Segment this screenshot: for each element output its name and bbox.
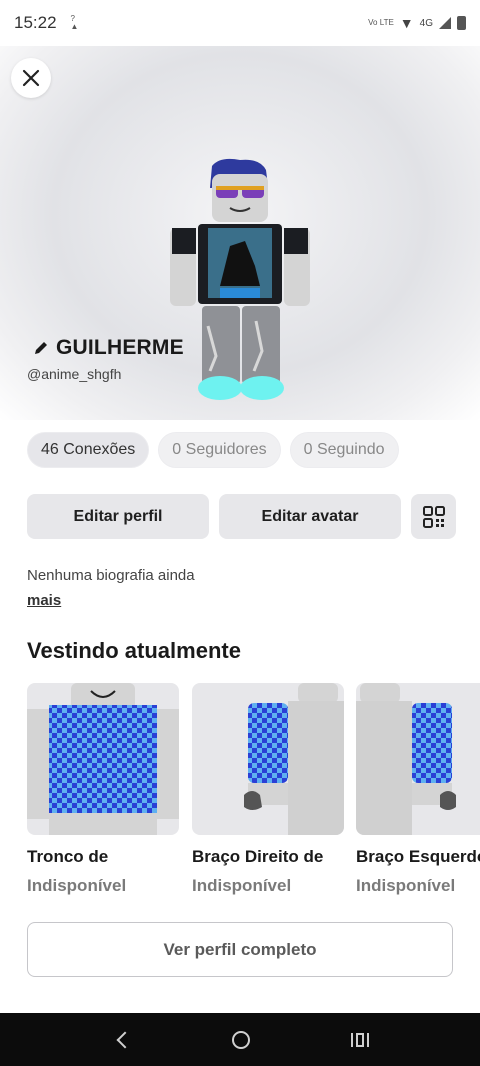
home-icon[interactable]: [231, 1030, 250, 1049]
item-name: Tronco de: [27, 847, 109, 866]
item-thumbnail: [192, 683, 344, 835]
wearing-item[interactable]: Tronco de Indisponível: [27, 683, 179, 896]
system-nav-bar: [0, 1013, 480, 1066]
avatar-image: [170, 158, 310, 400]
wearing-item[interactable]: Braço Esquerdo Indisponível: [356, 683, 480, 896]
item-status: Indisponível: [356, 876, 456, 895]
battery-icon: [457, 16, 466, 30]
connections-chip[interactable]: 46 Conexões: [27, 432, 150, 468]
status-time: 15:22: [14, 13, 57, 32]
volte-badge: Vo LTE: [368, 18, 394, 27]
wifi-icon: ▼: [399, 15, 414, 31]
wearing-section-title: Vestindo atualmente: [27, 638, 241, 663]
qr-code-button[interactable]: [411, 494, 456, 539]
pencil-icon[interactable]: [32, 339, 50, 357]
item-name: Braço Esquerdo: [356, 847, 480, 866]
bio-text: Nenhuma biografia ainda: [27, 567, 195, 584]
display-name-row: GUILHERME: [32, 336, 184, 360]
wearing-item[interactable]: Braço Direito de Indisponível: [192, 683, 344, 896]
item-thumbnail: [356, 683, 480, 835]
recent-apps-icon[interactable]: [351, 1032, 370, 1047]
status-bar: 15:22 ? ▲ Vo LTE ▼ 4G: [0, 0, 480, 46]
bio-more-link[interactable]: mais: [27, 592, 61, 609]
item-status: Indisponível: [27, 876, 127, 895]
qr-code-icon: [422, 505, 445, 528]
close-button[interactable]: [11, 58, 51, 98]
followers-chip[interactable]: 0 Seguidores: [158, 432, 281, 468]
signal-alert-icon: ? ▲: [70, 14, 79, 31]
back-icon[interactable]: [116, 1031, 134, 1048]
item-name: Braço Direito de: [192, 847, 324, 866]
item-status: Indisponível: [192, 876, 292, 895]
left-arm-item-image: [356, 683, 456, 835]
following-chip[interactable]: 0 Seguindo: [289, 432, 399, 468]
close-icon: [22, 69, 40, 87]
display-name: GUILHERME: [56, 336, 184, 359]
view-full-profile-button[interactable]: Ver perfil completo: [27, 922, 453, 977]
avatar-hero: GUILHERME @anime_shgfh: [0, 46, 480, 420]
torso-item-image: [27, 683, 179, 835]
item-thumbnail: [27, 683, 179, 835]
profile-actions: Editar perfil Editar avatar: [27, 494, 456, 539]
wearing-items-carousel: Tronco de Indisponível Braço Direito de …: [27, 683, 480, 913]
edit-avatar-button[interactable]: Editar avatar: [219, 494, 401, 539]
network-type: 4G: [419, 17, 433, 29]
stats-row: 46 Conexões 0 Seguidores 0 Seguindo: [27, 432, 399, 468]
right-arm-item-image: [244, 683, 344, 835]
edit-profile-button[interactable]: Editar perfil: [27, 494, 209, 539]
username: @anime_shgfh: [27, 366, 122, 382]
signal-icon: [439, 17, 451, 29]
